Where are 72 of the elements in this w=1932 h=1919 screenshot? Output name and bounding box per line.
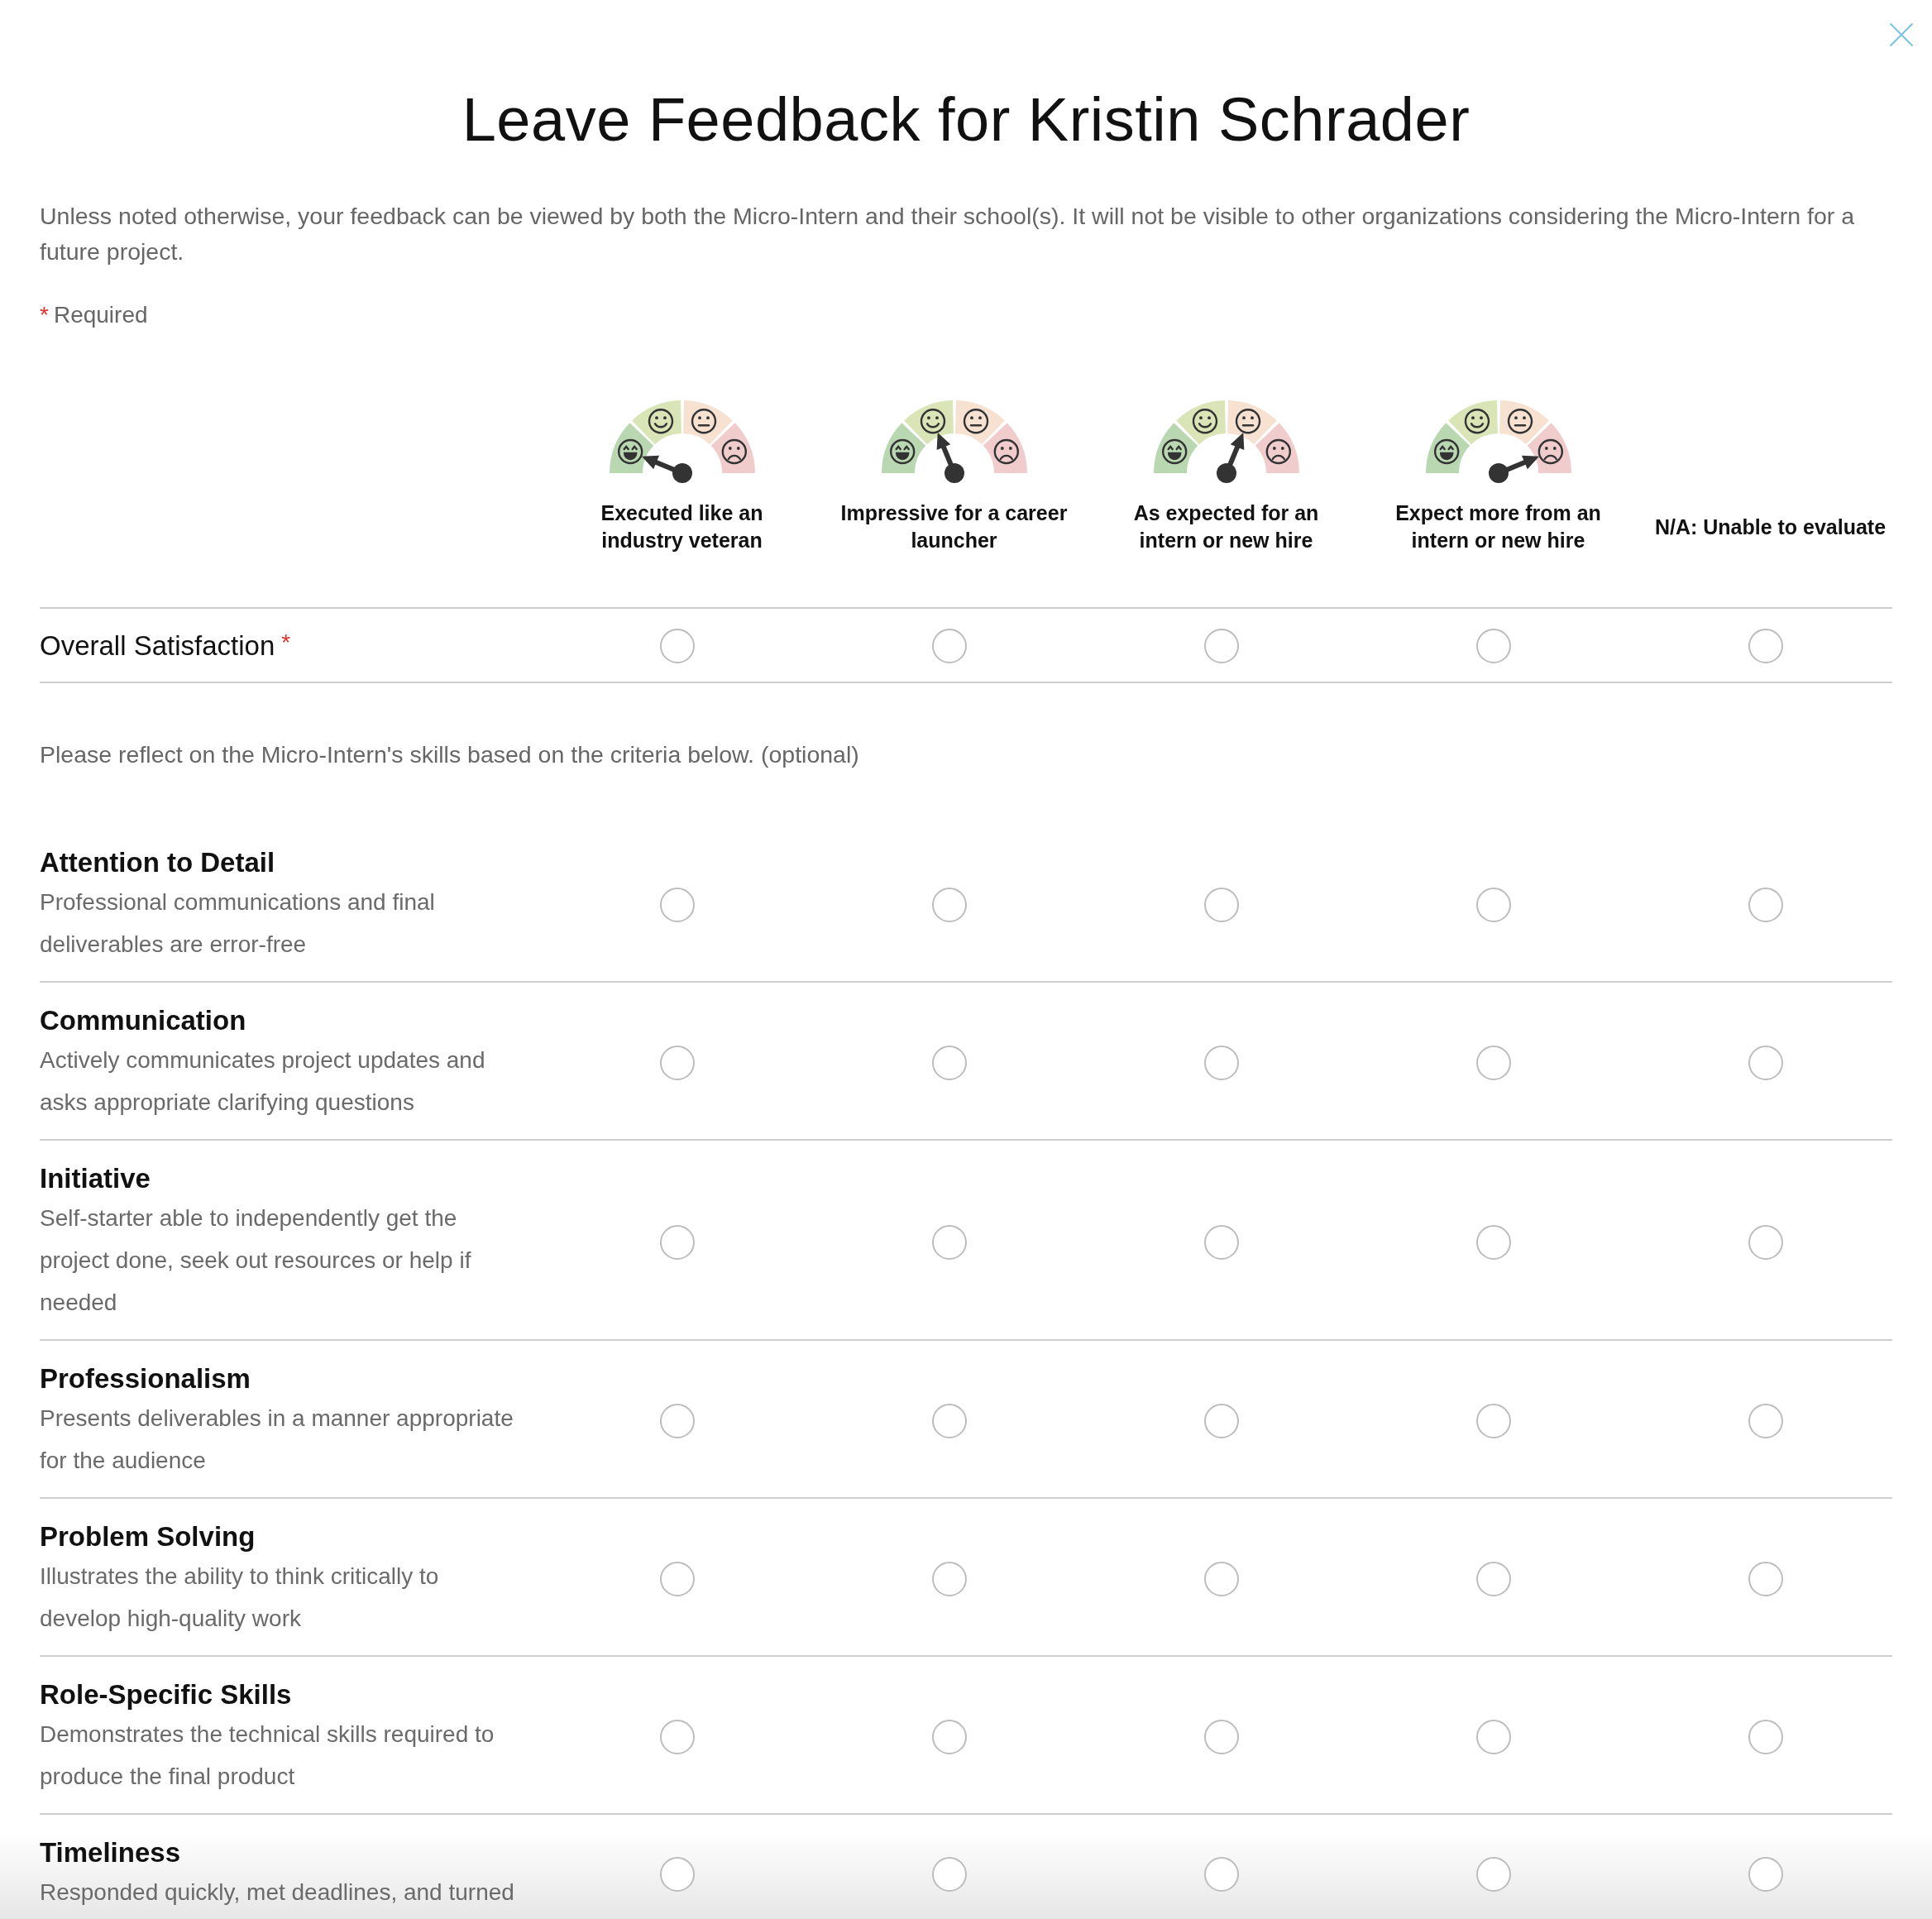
radio-button[interactable] xyxy=(1203,1224,1239,1260)
intro-text: Unless noted otherwise, your feedback can be viewed by both the Micro-Intern and their school(s). It will not be visible to other organizations considering the Micro-Intern for a future project. xyxy=(40,202,1856,266)
criterion-title: Communication xyxy=(40,1004,246,1037)
radio-button[interactable] xyxy=(1475,888,1511,922)
radio-button[interactable] xyxy=(1475,1404,1511,1438)
radio-button[interactable] xyxy=(1475,1562,1511,1596)
section-note: Please reflect on the Micro-Intern's skills based on the criteria below. (optional) xyxy=(40,740,860,769)
radio-button[interactable] xyxy=(1203,1720,1239,1754)
radio-button[interactable] xyxy=(1748,1720,1783,1754)
radio-button[interactable] xyxy=(931,1720,967,1754)
required-mark: * xyxy=(40,301,49,329)
radio-button[interactable] xyxy=(931,1562,967,1596)
radio-button[interactable] xyxy=(1748,1224,1783,1260)
required-legend: Required xyxy=(53,299,148,332)
radio-button[interactable] xyxy=(1475,1856,1511,1892)
radio-button[interactable] xyxy=(1748,1046,1783,1080)
radio-button[interactable] xyxy=(931,1046,967,1080)
radio-button[interactable] xyxy=(931,1404,967,1438)
rating-gauge-icon xyxy=(1152,400,1300,484)
criterion-label: Overall Satisfaction xyxy=(40,629,275,663)
radio-button[interactable] xyxy=(1475,1224,1511,1260)
criterion-title: Initiative xyxy=(40,1162,151,1195)
criterion-description: Presents deliverables in a manner appropriate for the audience xyxy=(40,1405,514,1475)
radio-button[interactable] xyxy=(931,888,967,922)
criterion-title: Attention to Detail xyxy=(40,846,275,879)
radio-button[interactable] xyxy=(931,629,967,663)
radio-button[interactable] xyxy=(1203,1856,1239,1892)
radio-button[interactable] xyxy=(1203,1404,1239,1438)
radio-button[interactable] xyxy=(931,1224,967,1260)
radio-button[interactable] xyxy=(659,1856,695,1892)
criterion-title: Professionalism xyxy=(40,1362,251,1395)
close-icon xyxy=(1889,22,1914,47)
radio-button[interactable] xyxy=(659,629,695,663)
radio-button[interactable] xyxy=(1203,629,1239,663)
radio-button[interactable] xyxy=(1203,888,1239,922)
radio-button[interactable] xyxy=(1748,888,1783,922)
column-label: Impressive for a career launcher xyxy=(839,500,1069,553)
dialog-title: Leave Feedback for Kristin Schrader xyxy=(461,85,1471,155)
radio-button[interactable] xyxy=(1203,1562,1239,1596)
rating-gauge-icon xyxy=(1424,400,1572,484)
column-label: N/A: Unable to evaluate xyxy=(1654,514,1887,540)
radio-button[interactable] xyxy=(659,888,695,922)
criterion-title: Problem Solving xyxy=(40,1520,256,1553)
criterion-title: Timeliness xyxy=(40,1836,180,1869)
radio-button[interactable] xyxy=(1475,1720,1511,1754)
column-label: Executed like an industry veteran xyxy=(600,500,764,553)
radio-button[interactable] xyxy=(1748,629,1783,663)
criterion-description: Self-starter able to independently get the project done, seek out resources or help if needed xyxy=(40,1204,472,1317)
radio-button[interactable] xyxy=(1475,629,1511,663)
criterion-description: Responded quickly, met deadlines, and turned xyxy=(40,1878,514,1907)
radio-button[interactable] xyxy=(659,1404,695,1438)
radio-button[interactable] xyxy=(1748,1856,1783,1892)
criterion-description: Demonstrates the technical skills required to produce the final product xyxy=(40,1720,495,1791)
radio-button[interactable] xyxy=(659,1224,695,1260)
rating-gauge-icon xyxy=(880,400,1028,484)
radio-button[interactable] xyxy=(1203,1046,1239,1080)
radio-button[interactable] xyxy=(1475,1046,1511,1080)
radio-button[interactable] xyxy=(1748,1562,1783,1596)
radio-button[interactable] xyxy=(1748,1404,1783,1438)
criterion-description: Actively communicates project updates and asks appropriate clarifying questions xyxy=(40,1046,486,1117)
criterion-description: Professional communications and final deliverables are error-free xyxy=(40,888,436,959)
column-label: As expected for an intern or new hire xyxy=(1132,500,1320,553)
close-button[interactable] xyxy=(1887,21,1915,49)
radio-button[interactable] xyxy=(659,1562,695,1596)
column-label: Expect more from an intern or new hire xyxy=(1394,500,1602,553)
criterion-title: Role-Specific Skills xyxy=(40,1678,292,1711)
criterion-description: Illustrates the ability to think critically to develop high-quality work xyxy=(40,1562,440,1633)
radio-button[interactable] xyxy=(659,1720,695,1754)
radio-button[interactable] xyxy=(659,1046,695,1080)
required-mark: * xyxy=(281,631,291,654)
radio-button[interactable] xyxy=(931,1856,967,1892)
rating-gauge-icon xyxy=(608,400,756,484)
